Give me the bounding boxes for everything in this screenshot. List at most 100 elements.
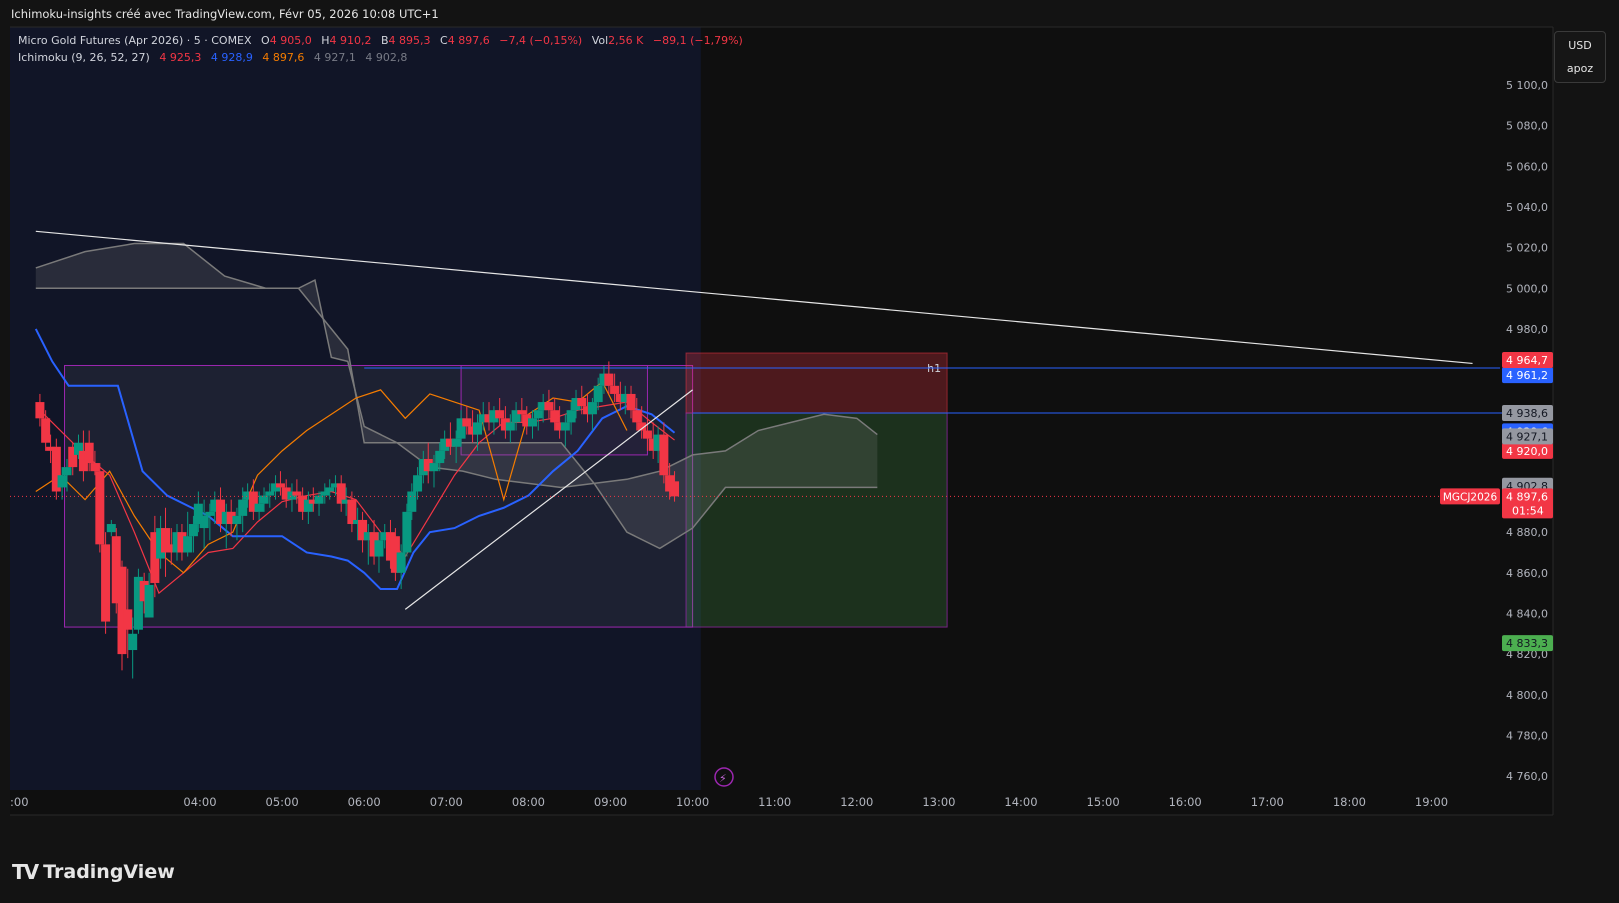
candle-body [642, 430, 652, 439]
candle-body [188, 524, 198, 537]
lightning-glyph: ⚡ [719, 772, 727, 785]
ichimoku-span-b-value: 4 902,8 [365, 51, 408, 64]
logo-text: TradingView [43, 861, 175, 883]
price-tag-level-mid: 4 938,6 [1506, 407, 1548, 420]
price-tag-level-upper: 4 961,2 [1506, 369, 1548, 382]
symbol-name[interactable]: Micro Gold Futures (Apr 2026) · 5 · COME… [18, 34, 252, 47]
candle-body [144, 584, 154, 618]
y-tick-label: 5 040,0 [1506, 201, 1548, 214]
high-value: 4 910,2 [329, 34, 372, 47]
candle-body [451, 438, 461, 447]
candle-body [670, 481, 680, 497]
candle-body [238, 499, 248, 516]
candle-body [429, 463, 439, 472]
open-label: O [261, 34, 270, 47]
y-tick-label: 4 860,0 [1506, 567, 1548, 580]
candle-body [587, 402, 597, 415]
candle-body [495, 410, 505, 419]
candle-body [95, 471, 105, 545]
x-tick-label: 15:00 [1087, 795, 1120, 809]
candle-body [566, 410, 576, 423]
candle-body [533, 410, 543, 419]
candle-body [292, 491, 302, 496]
candle-body [275, 483, 285, 488]
price-tag-stop: 4 964,7 [1506, 354, 1548, 367]
price-chart[interactable]: h1⚡5 100,05 080,05 060,05 040,05 020,05 … [0, 0, 1619, 903]
price-tag-last: 4 897,6 [1506, 490, 1548, 503]
tradingview-mark-icon: TV [12, 860, 39, 884]
candle-body [560, 422, 570, 431]
y-tick-label: 5 000,0 [1506, 282, 1548, 295]
candle-body [325, 487, 335, 492]
candle-body [462, 418, 472, 427]
ichimoku-span-a-value: 4 927,1 [313, 51, 356, 64]
user-label: apoz [1566, 62, 1594, 75]
price-tag-conversion: 4 920,0 [1506, 445, 1548, 458]
candle-body [610, 385, 620, 394]
candle-body [205, 511, 215, 516]
y-tick-label: 5 100,0 [1506, 79, 1548, 92]
y-tick-label: 4 840,0 [1506, 607, 1548, 620]
y-tick-label: 4 760,0 [1506, 770, 1548, 783]
x-tick-label: 09:00 [594, 795, 627, 809]
candle-body [626, 393, 636, 411]
candle-body [254, 503, 264, 512]
open-value: 4 905,0 [269, 34, 312, 47]
x-tick-label: 19:00 [1415, 795, 1448, 809]
candle-body [402, 511, 412, 553]
close-label: C [440, 34, 448, 47]
currency-label: USD [1568, 39, 1592, 52]
x-tick-label: 16:00 [1169, 795, 1202, 809]
candle-body [374, 540, 384, 557]
x-tick-label: 14:00 [1004, 795, 1037, 809]
candle-body [90, 463, 100, 472]
candle-body [505, 422, 515, 431]
volume-value: 2,56 K [608, 34, 644, 47]
low-value: 4 895,3 [388, 34, 431, 47]
price-tag-target: 4 833,3 [1506, 637, 1548, 650]
candle-body [57, 475, 67, 488]
candle [51, 438, 61, 500]
volume-label: Vol [591, 34, 609, 47]
candle-body [517, 410, 527, 415]
candle [101, 532, 111, 634]
x-tick-label: 08:00 [512, 795, 545, 809]
ichimoku-label[interactable]: Ichimoku (9, 26, 52, 27) [18, 51, 150, 64]
candle-body [183, 536, 193, 553]
x-tick-label: 12:00 [840, 795, 873, 809]
x-tick-label: 06:00 [348, 795, 381, 809]
candle-body [544, 402, 554, 411]
position-stop-zone [685, 352, 948, 414]
ichimoku-base-value: 4 928,9 [210, 51, 253, 64]
candle-body [123, 609, 133, 630]
y-tick-label: 5 020,0 [1506, 242, 1548, 255]
candle-body [407, 491, 417, 512]
volume-change: −89,1 (−1,79%) [652, 34, 743, 47]
candle-body [413, 475, 423, 492]
y-tick-label: 4 800,0 [1506, 689, 1548, 702]
candle-body [604, 373, 614, 386]
candle-body [259, 495, 269, 504]
price-tag-span-a: 4 927,1 [1506, 430, 1548, 443]
candle-body [232, 515, 242, 525]
candle-body [472, 422, 482, 435]
y-tick-label: 5 080,0 [1506, 120, 1548, 133]
ichimoku-lagging-value: 4 897,6 [262, 51, 305, 64]
candle-body [199, 515, 209, 529]
x-tick-label: 10:00 [676, 795, 709, 809]
candle-body [62, 467, 72, 476]
x-tick-label: 17:00 [1251, 795, 1284, 809]
high-label: H [321, 34, 330, 47]
x-tick-label: 04:00 [183, 795, 216, 809]
symbol-legend: Micro Gold Futures (Apr 2026) · 5 · COME… [18, 34, 743, 47]
candle-body [101, 544, 111, 622]
x-tick-label: :00 [10, 795, 29, 809]
change-value: −7,4 (−0,15%) [499, 34, 583, 47]
y-tick-label: 4 780,0 [1506, 729, 1548, 742]
candle-body [550, 410, 560, 423]
candle-body [632, 410, 642, 423]
x-tick-label: 13:00 [922, 795, 955, 809]
currency-selector[interactable]: USD apoz [1554, 31, 1606, 83]
candle-body [35, 402, 45, 419]
candle [95, 463, 105, 553]
